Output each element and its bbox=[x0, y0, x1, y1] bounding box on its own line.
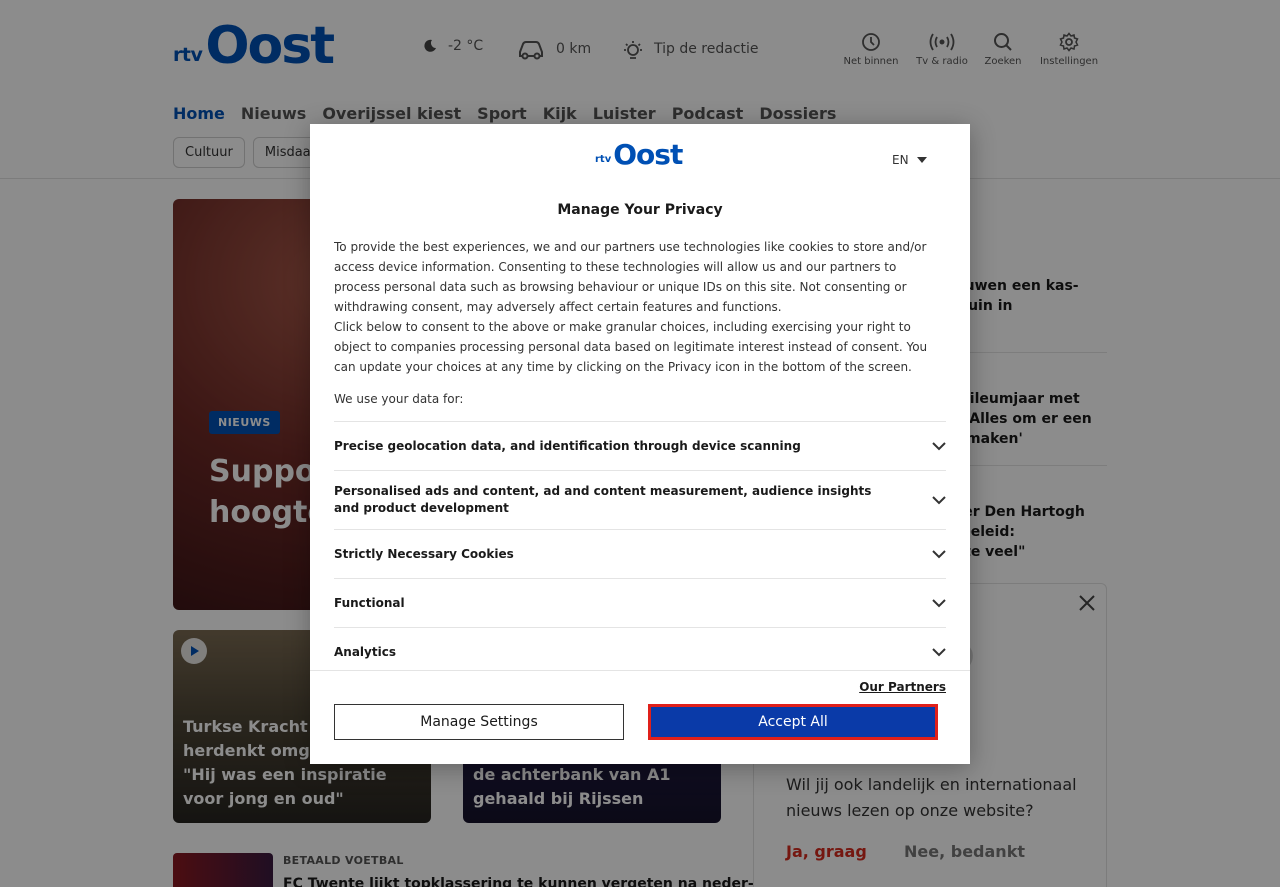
consent-paragraph: Click below to consent to the above or m… bbox=[334, 320, 928, 374]
purpose-label: Analytics bbox=[334, 644, 396, 659]
chevron-down-icon bbox=[932, 549, 946, 558]
dialog-body[interactable]: To provide the best experiences, we and … bbox=[334, 237, 946, 671]
our-partners-link[interactable]: Our Partners bbox=[859, 680, 946, 694]
language-value: EN bbox=[892, 153, 909, 167]
accept-all-button[interactable]: Accept All bbox=[648, 704, 938, 740]
purpose-label: Precise geolocation data, and identifica… bbox=[334, 438, 801, 453]
dialog-divider bbox=[310, 670, 970, 671]
purpose-accordion-functional[interactable]: Functional bbox=[334, 578, 946, 627]
privacy-consent-dialog: rtv Oost EN Manage Your Privacy To provi… bbox=[310, 124, 970, 764]
uses-label: We use your data for: bbox=[334, 392, 464, 406]
chevron-down-icon bbox=[932, 598, 946, 607]
manage-settings-button[interactable]: Manage Settings bbox=[334, 704, 624, 740]
dialog-logo-oost: Oost bbox=[613, 138, 683, 171]
purpose-accordion-geolocation[interactable]: Precise geolocation data, and identifica… bbox=[334, 421, 946, 470]
purpose-label: Functional bbox=[334, 595, 405, 610]
language-selector[interactable]: EN bbox=[892, 153, 927, 167]
caret-down-icon bbox=[916, 157, 927, 163]
purpose-label: Personalised ads and content, ad and con… bbox=[334, 484, 872, 515]
chevron-down-icon bbox=[932, 495, 946, 504]
dialog-title: Manage Your Privacy bbox=[557, 202, 723, 218]
purpose-label: Strictly Necessary Cookies bbox=[334, 546, 514, 561]
consent-paragraph: To provide the best experiences, we and … bbox=[334, 240, 927, 314]
dialog-logo-rtv: rtv bbox=[595, 154, 612, 165]
chevron-down-icon bbox=[932, 441, 946, 450]
purpose-accordion-ads[interactable]: Personalised ads and content, ad and con… bbox=[334, 470, 946, 529]
purpose-accordion-necessary[interactable]: Strictly Necessary Cookies bbox=[334, 529, 946, 578]
dialog-logo: rtv Oost bbox=[595, 138, 683, 171]
chevron-down-icon bbox=[932, 647, 946, 656]
purpose-accordion-analytics[interactable]: Analytics bbox=[334, 627, 946, 671]
